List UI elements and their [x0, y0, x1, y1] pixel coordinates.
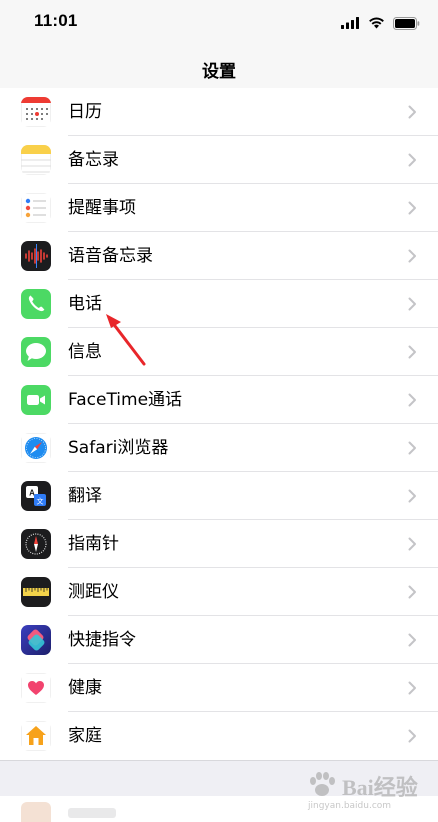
safari-icon: [21, 433, 51, 463]
cellular-signal-icon: [341, 17, 359, 29]
chevron-right-icon: [408, 201, 416, 215]
calendar-icon: [21, 97, 51, 127]
notes-icon: [21, 145, 51, 175]
settings-row-safari[interactable]: Safari浏览器: [0, 424, 438, 472]
row-label: 日历: [68, 102, 102, 122]
chevron-right-icon: [408, 393, 416, 407]
row-label: 翻译: [68, 486, 102, 506]
wifi-icon: [369, 17, 384, 29]
row-label: FaceTime通话: [68, 390, 183, 410]
settings-row-notes[interactable]: 备忘录: [0, 136, 438, 184]
measure-icon: [21, 577, 51, 607]
row-label: 家庭: [68, 726, 102, 746]
row-label: 电话: [68, 294, 102, 314]
home-icon: [21, 721, 51, 751]
status-time: 11:01: [34, 11, 78, 30]
battery-icon: [393, 16, 420, 30]
chevron-right-icon: [408, 441, 416, 455]
settings-row-home[interactable]: 家庭: [0, 712, 438, 760]
chevron-right-icon: [408, 297, 416, 311]
compass-icon: [21, 529, 51, 559]
svg-text:文: 文: [37, 497, 44, 506]
row-label: Safari浏览器: [68, 438, 169, 458]
settings-list[interactable]: 日历 备忘录 提醒事项 语音备忘录 电话 信息 FaceTime通话 Safar…: [0, 88, 438, 760]
chevron-right-icon: [408, 537, 416, 551]
reminders-icon: [21, 193, 51, 223]
facetime-icon: [21, 385, 51, 415]
row-label: 语音备忘录: [68, 246, 153, 266]
chevron-right-icon: [408, 249, 416, 263]
settings-row-phone[interactable]: 电话: [0, 280, 438, 328]
settings-row-calendar[interactable]: 日历: [0, 88, 438, 136]
row-label: 备忘录: [68, 150, 119, 170]
chevron-right-icon: [408, 345, 416, 359]
settings-row-messages[interactable]: 信息: [0, 328, 438, 376]
chevron-right-icon: [408, 585, 416, 599]
watermark-text: Bai经验: [342, 775, 418, 800]
shortcuts-icon: [21, 625, 51, 655]
phone-icon: [21, 289, 51, 319]
settings-row-health[interactable]: 健康: [0, 664, 438, 712]
messages-icon: [21, 337, 51, 367]
row-label: 指南针: [68, 534, 119, 554]
settings-row-voice-memos[interactable]: 语音备忘录: [0, 232, 438, 280]
translate-icon: A 文: [21, 481, 51, 511]
blurred-label: [68, 808, 116, 818]
row-label: 快捷指令: [68, 630, 136, 650]
settings-row-measure[interactable]: 测距仪: [0, 568, 438, 616]
baidu-watermark: Bai经验 jingyan.baidu.com: [306, 770, 418, 816]
row-label: 信息: [68, 342, 102, 362]
blurred-app-icon: [21, 802, 51, 822]
settings-row-compass[interactable]: 指南针: [0, 520, 438, 568]
chevron-right-icon: [408, 729, 416, 743]
watermark-url: jingyan.baidu.com: [308, 801, 392, 811]
voice-memos-icon: [21, 241, 51, 271]
chevron-right-icon: [408, 105, 416, 119]
status-icons: [341, 14, 420, 32]
row-label: 提醒事项: [68, 198, 136, 218]
settings-row-shortcuts[interactable]: 快捷指令: [0, 616, 438, 664]
settings-row-facetime[interactable]: FaceTime通话: [0, 376, 438, 424]
status-bar: 11:01: [0, 0, 438, 48]
settings-row-translate[interactable]: A 文 翻译: [0, 472, 438, 520]
row-label: 健康: [68, 678, 102, 698]
chevron-right-icon: [408, 153, 416, 167]
health-icon: [21, 673, 51, 703]
paw-logo-icon: [310, 772, 335, 796]
chevron-right-icon: [408, 489, 416, 503]
chevron-right-icon: [408, 681, 416, 695]
settings-row-reminders[interactable]: 提醒事项: [0, 184, 438, 232]
row-label: 测距仪: [68, 582, 119, 602]
chevron-right-icon: [408, 633, 416, 647]
